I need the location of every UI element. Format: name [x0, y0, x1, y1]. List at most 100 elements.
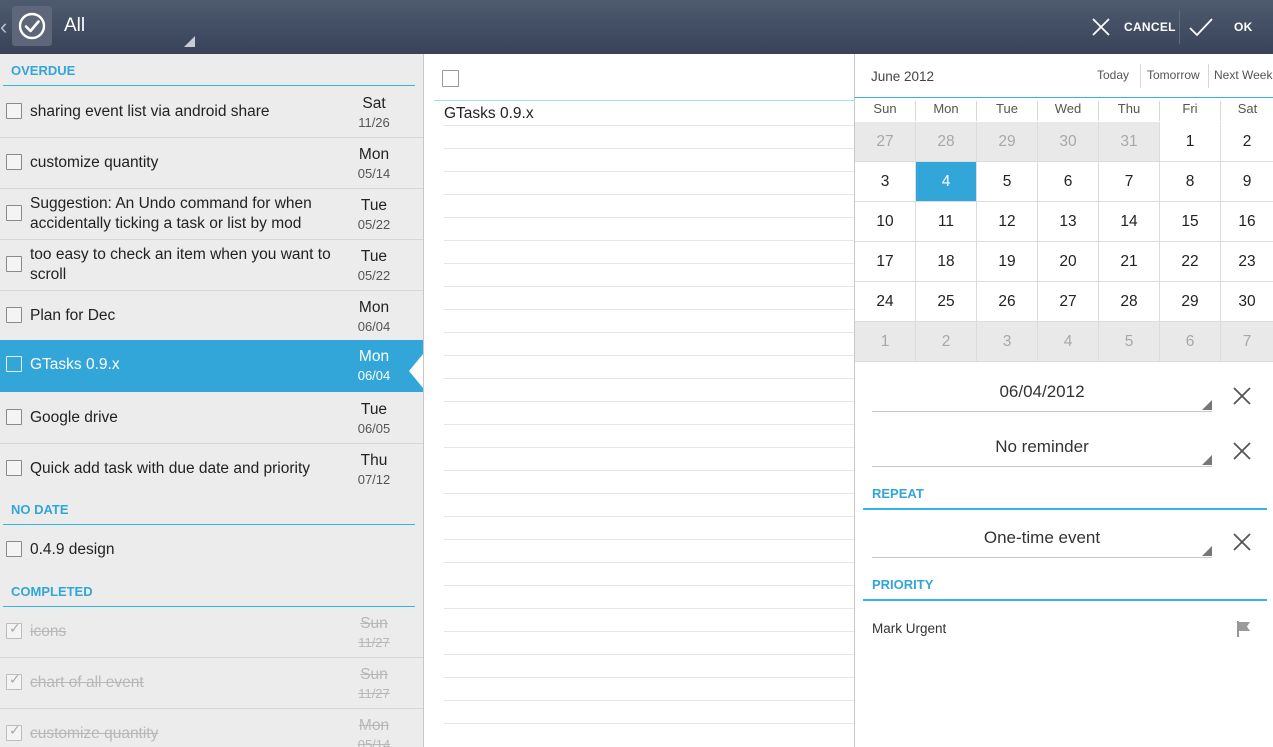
- calendar-day[interactable]: 9: [1221, 162, 1273, 202]
- calendar-day[interactable]: 17: [855, 242, 916, 282]
- task-due-day: Tue: [360, 248, 388, 265]
- task-due-day: Sun: [360, 666, 388, 683]
- calendar-day[interactable]: 23: [1221, 242, 1273, 282]
- quick-divider: [1208, 64, 1209, 88]
- ok-button[interactable]: OK: [1188, 0, 1273, 54]
- clear-repeat-icon[interactable]: [1231, 531, 1253, 553]
- calendar-day[interactable]: 22: [1160, 242, 1221, 282]
- calendar-day-other-month[interactable]: 27: [855, 122, 916, 162]
- calendar-day[interactable]: 29: [1160, 282, 1221, 322]
- reminder-spinner[interactable]: No reminder: [872, 437, 1212, 467]
- repeat-spinner[interactable]: One-time event: [872, 528, 1212, 558]
- task-checkbox[interactable]: [6, 356, 22, 372]
- task-checkbox-checked[interactable]: [6, 722, 22, 741]
- task-checkbox[interactable]: [6, 541, 22, 557]
- calendar-day[interactable]: 24: [855, 282, 916, 322]
- cancel-button[interactable]: CANCEL: [1086, 0, 1176, 54]
- calendar-day[interactable]: 20: [1038, 242, 1099, 282]
- calendar-day[interactable]: 11: [916, 202, 977, 242]
- action-divider: [1179, 10, 1180, 44]
- calendar-day-other-month[interactable]: 2: [916, 322, 977, 362]
- calendar-day[interactable]: 10: [855, 202, 916, 242]
- task-title-input[interactable]: GTasks 0.9.x: [444, 105, 534, 123]
- task-row[interactable]: Quick add task with due date and priorit…: [0, 444, 423, 495]
- calendar-day-other-month[interactable]: 6: [1160, 322, 1221, 362]
- calendar-month-label[interactable]: June 2012: [871, 69, 934, 84]
- task-row[interactable]: Google drive Tue 06/05: [0, 393, 423, 444]
- back-chevron-icon[interactable]: ‹: [0, 14, 7, 40]
- calendar-day[interactable]: 8: [1160, 162, 1221, 202]
- flag-icon[interactable]: [1235, 620, 1253, 638]
- calendar-day[interactable]: 3: [855, 162, 916, 202]
- task-row-selected[interactable]: GTasks 0.9.x Mon 06/04: [0, 340, 423, 392]
- ruled-line: [444, 516, 855, 517]
- calendar-day-other-month[interactable]: 28: [916, 122, 977, 162]
- editor-title-underline: [434, 100, 855, 101]
- task-due-day: Sun: [360, 615, 388, 632]
- calendar-day[interactable]: 12: [977, 202, 1038, 242]
- quick-tomorrow-button[interactable]: Tomorrow: [1147, 68, 1200, 82]
- calendar-day[interactable]: 21: [1099, 242, 1160, 282]
- weekday-label: Sat: [1237, 101, 1258, 116]
- quick-next-week-button[interactable]: Next Week: [1214, 68, 1272, 82]
- editor-complete-checkbox[interactable]: [442, 70, 459, 87]
- task-row[interactable]: 0.4.9 design: [0, 525, 423, 576]
- calendar-day[interactable]: 26: [977, 282, 1038, 322]
- calendar-day[interactable]: 30: [1221, 282, 1273, 322]
- calendar-day[interactable]: 15: [1160, 202, 1221, 242]
- task-checkbox[interactable]: [6, 256, 22, 272]
- task-due-date: 06/04: [357, 319, 391, 334]
- calendar-day-other-month[interactable]: 1: [855, 322, 916, 362]
- task-row[interactable]: Plan for Dec Mon 06/04: [0, 291, 423, 342]
- task-title: 0.4.9 design: [30, 541, 115, 558]
- calendar-day[interactable]: 18: [916, 242, 977, 282]
- task-row[interactable]: sharing event list via android share Sat…: [0, 87, 423, 138]
- calendar-day[interactable]: 2: [1221, 122, 1273, 162]
- app-logo-check-icon[interactable]: [12, 6, 52, 46]
- task-row-completed[interactable]: chart of all event Sun 11/27: [0, 658, 423, 709]
- calendar-day[interactable]: 16: [1221, 202, 1273, 242]
- calendar-day[interactable]: 28: [1099, 282, 1160, 322]
- task-row[interactable]: Suggestion: An Undo command for when acc…: [0, 189, 423, 240]
- calendar-day-other-month[interactable]: 4: [1038, 322, 1099, 362]
- calendar-day[interactable]: 25: [916, 282, 977, 322]
- clear-reminder-icon[interactable]: [1231, 440, 1253, 462]
- task-checkbox-checked[interactable]: [6, 620, 22, 639]
- task-checkbox[interactable]: [6, 103, 22, 119]
- task-row[interactable]: too easy to check an item when you want …: [0, 240, 423, 291]
- list-spinner-title[interactable]: All: [64, 15, 85, 37]
- calendar-day[interactable]: 6: [1038, 162, 1099, 202]
- mark-urgent-label[interactable]: Mark Urgent: [872, 621, 946, 636]
- calendar-day[interactable]: 5: [977, 162, 1038, 202]
- task-checkbox[interactable]: [6, 460, 22, 476]
- quick-today-button[interactable]: Today: [1097, 68, 1129, 82]
- task-row-completed[interactable]: customize quantity Mon 05/14: [0, 709, 423, 747]
- calendar-week-row: 3456789: [855, 162, 1273, 202]
- task-checkbox-checked[interactable]: [6, 671, 22, 690]
- weekday-label: Tue: [977, 101, 1038, 121]
- calendar-day[interactable]: 1: [1160, 122, 1221, 162]
- task-row[interactable]: customize quantity Mon 05/14: [0, 138, 423, 189]
- calendar-day[interactable]: 19: [977, 242, 1038, 282]
- task-checkbox[interactable]: [6, 307, 22, 323]
- task-checkbox[interactable]: [6, 205, 22, 221]
- task-row-completed[interactable]: icons Sun 11/27: [0, 607, 423, 658]
- calendar-day-selected[interactable]: 4: [916, 162, 977, 202]
- task-checkbox[interactable]: [6, 154, 22, 170]
- calendar-week-row: 27 28 29 30 31 1 2: [855, 122, 1273, 162]
- calendar-day[interactable]: 27: [1038, 282, 1099, 322]
- calendar-day-other-month[interactable]: 5: [1099, 322, 1160, 362]
- calendar-day-other-month[interactable]: 31: [1099, 122, 1160, 162]
- calendar-day-other-month[interactable]: 3: [977, 322, 1038, 362]
- calendar-day[interactable]: 7: [1099, 162, 1160, 202]
- task-checkbox[interactable]: [6, 409, 22, 425]
- due-date-spinner[interactable]: 06/04/2012: [872, 382, 1212, 412]
- task-due-date: 11/27: [358, 635, 390, 650]
- calendar-day-other-month[interactable]: 7: [1221, 322, 1273, 362]
- calendar-day[interactable]: 13: [1038, 202, 1099, 242]
- calendar-day[interactable]: 14: [1099, 202, 1160, 242]
- clear-due-date-icon[interactable]: [1231, 385, 1253, 407]
- calendar-day-other-month[interactable]: 30: [1038, 122, 1099, 162]
- calendar-day-other-month[interactable]: 29: [977, 122, 1038, 162]
- ruled-line: [444, 309, 855, 310]
